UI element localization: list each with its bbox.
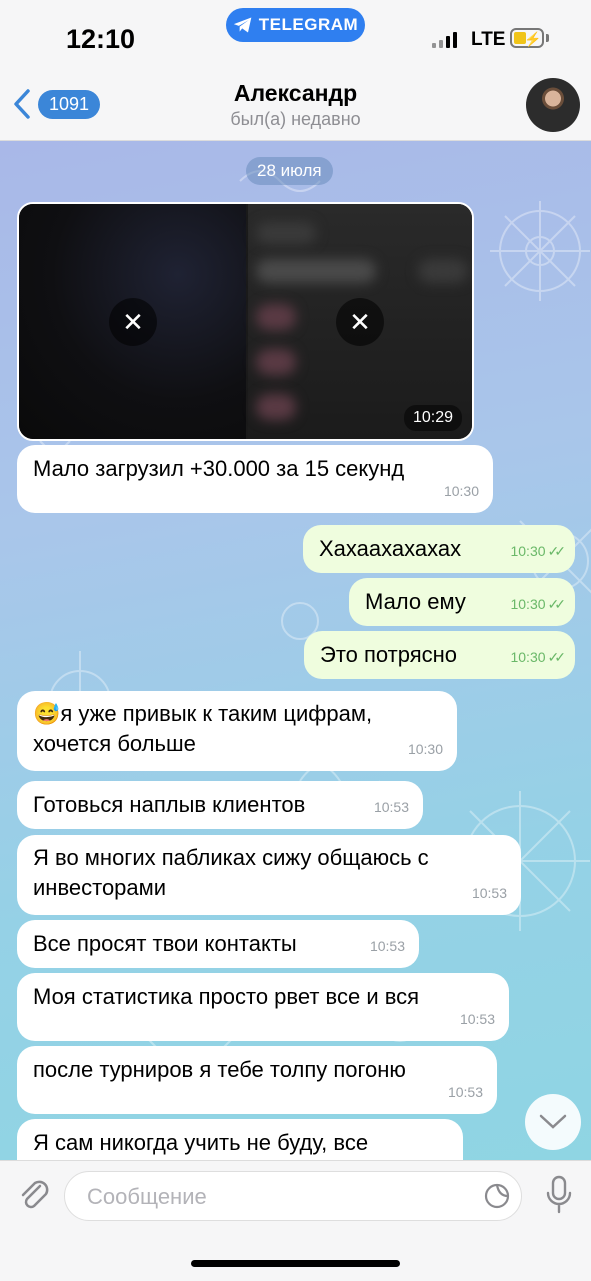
avatar[interactable] <box>526 78 580 132</box>
message-text: Готовься наплыв клиентов <box>33 792 306 817</box>
message-text: 😅я уже привык к таким цифрам, хочется бо… <box>33 701 373 756</box>
message-bubble[interactable]: Я сам никогда учить не буду, все <box>17 1119 463 1160</box>
chevron-down-icon <box>539 1114 567 1129</box>
message-field[interactable] <box>64 1171 522 1222</box>
message-text: Это потрясно <box>320 642 458 667</box>
message-time: 10:30 <box>510 596 546 612</box>
paperclip-icon[interactable] <box>16 1177 52 1213</box>
message-time: 10:30 <box>510 649 546 665</box>
message-time: 10:53 <box>373 799 409 815</box>
message-meta: 10:30 ✓✓ <box>510 536 567 566</box>
message-time: 10:30 <box>407 741 443 757</box>
message-text: Мало загрузил +30.000 за 15 секунд <box>33 456 405 481</box>
contact-status: был(а) недавно <box>230 109 361 129</box>
status-time: 12:10 <box>66 24 136 54</box>
message-bubble[interactable]: Мало загрузил +30.000 за 15 секунд 10:30 <box>17 445 493 513</box>
message-bubble[interactable]: Хахаахахахах 10:30 ✓✓ <box>303 525 575 573</box>
message-bubble[interactable]: Я во многих пабликах сижу общаюсь с инве… <box>17 835 521 915</box>
message-input[interactable] <box>85 1172 469 1222</box>
telegram-icon <box>233 17 252 33</box>
battery-icon: ⚡ <box>510 28 544 48</box>
message-bubble[interactable]: Мало ему 10:30 ✓✓ <box>349 578 575 626</box>
message-bubble[interactable]: после турниров я тебе толпу погоню 10:53 <box>17 1046 497 1114</box>
chat-area[interactable]: 28 июля ✕ ✕ 10:29 Мало загрузил +30.000 … <box>0 141 591 1160</box>
contact-name[interactable]: Александр <box>0 80 591 107</box>
message-text: Я сам никогда учить не буду, все <box>33 1130 369 1155</box>
microphone-icon[interactable] <box>544 1175 574 1215</box>
message-bubble[interactable]: Моя статистика просто рвет все и вся 10:… <box>17 973 509 1041</box>
message-time: 10:53 <box>447 1084 483 1100</box>
close-icon[interactable]: ✕ <box>109 298 157 346</box>
chat-header: 1091 Александр был(а) недавно <box>0 68 591 141</box>
message-text: после турниров я тебе толпу погоню <box>33 1057 406 1082</box>
telegram-pill-label: TELEGRAM <box>258 15 359 34</box>
message-time: 10:53 <box>369 938 405 954</box>
message-time: 10:30 <box>510 543 546 559</box>
message-bubble[interactable]: 😅я уже привык к таким цифрам, хочется бо… <box>17 691 457 771</box>
message-composer <box>0 1160 591 1281</box>
media-timestamp: 10:29 <box>403 405 462 431</box>
close-icon[interactable]: ✕ <box>336 298 384 346</box>
message-text: Хахаахахахах <box>319 536 462 561</box>
message-bubble[interactable]: Все просят твои контакты 10:53 <box>17 920 419 968</box>
telegram-pill[interactable]: TELEGRAM <box>226 8 365 42</box>
scroll-down-button[interactable] <box>525 1094 581 1150</box>
read-checkmarks-icon: ✓✓ <box>547 596 567 612</box>
message-time: 10:53 <box>471 885 507 901</box>
media-item-1[interactable]: ✕ <box>19 204 246 439</box>
message-time: 10:30 <box>443 483 479 499</box>
read-checkmarks-icon: ✓✓ <box>547 543 567 559</box>
media-album[interactable]: ✕ ✕ 10:29 <box>17 202 474 441</box>
sticker-icon[interactable] <box>483 1182 511 1210</box>
message-meta: 10:30 ✓✓ <box>510 642 567 672</box>
home-indicator <box>191 1260 400 1267</box>
read-checkmarks-icon: ✓✓ <box>547 649 567 665</box>
message-bubble[interactable]: Готовься наплыв клиентов 10:53 <box>17 781 423 829</box>
message-time: 10:53 <box>459 1011 495 1027</box>
network-label: LTE <box>471 29 506 50</box>
message-text: Мало ему <box>365 589 466 614</box>
date-separator: 28 июля <box>246 157 333 185</box>
message-meta: 10:30 ✓✓ <box>510 589 567 619</box>
status-bar: 12:10 TELEGRAM LTE ⚡ <box>0 0 591 78</box>
message-text: Моя статистика просто рвет все и вся <box>33 984 420 1009</box>
message-bubble[interactable]: Это потрясно 10:30 ✓✓ <box>304 631 575 679</box>
signal-icon <box>432 32 457 48</box>
message-text: Я во многих пабликах сижу общаюсь с инве… <box>33 845 429 900</box>
media-item-2[interactable]: ✕ <box>248 204 472 439</box>
message-text: Все просят твои контакты <box>33 931 297 956</box>
